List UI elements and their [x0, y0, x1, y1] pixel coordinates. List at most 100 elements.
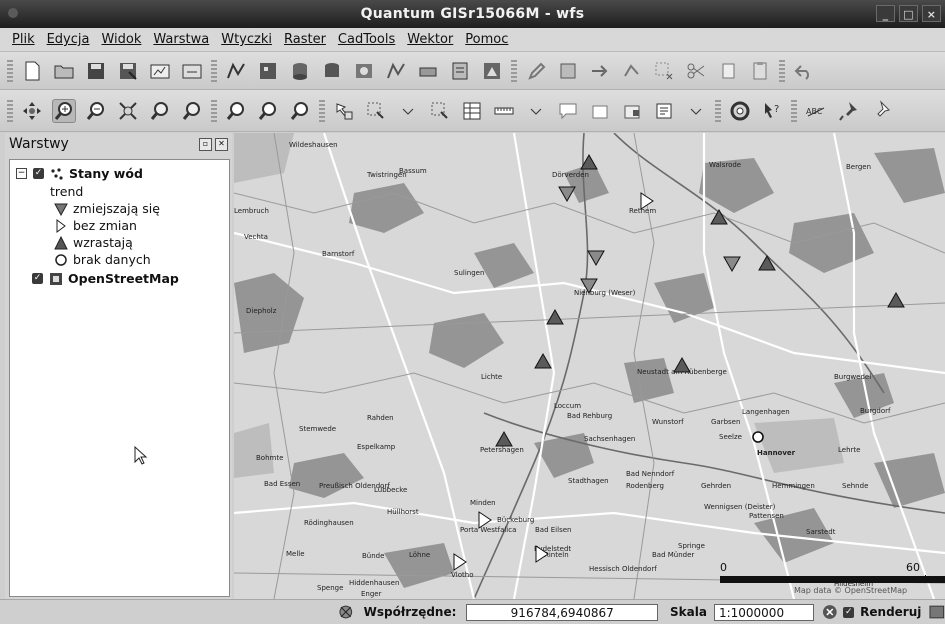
select-features-button[interactable]	[364, 99, 388, 123]
toolbar-grip[interactable]	[7, 59, 13, 82]
zoom-out-button[interactable]	[84, 99, 108, 123]
toolbar-grip[interactable]	[791, 99, 797, 122]
menu-cadtools[interactable]: CadTools	[332, 32, 401, 47]
add-oracle-layer-button[interactable]	[416, 59, 440, 83]
layer-visibility-checkbox[interactable]: ✓	[33, 168, 44, 179]
zoom-native-icon	[290, 101, 308, 120]
open-attribute-table-button[interactable]	[460, 99, 484, 123]
paste-features-button[interactable]	[748, 59, 772, 83]
open-project-button[interactable]	[52, 59, 76, 83]
zoom-last-button[interactable]	[224, 99, 248, 123]
place-label: Vechta	[244, 233, 268, 241]
coordinate-capture-icon[interactable]	[338, 604, 354, 620]
show-bookmarks-button[interactable]	[620, 99, 644, 123]
new-bookmark-button[interactable]	[588, 99, 612, 123]
copy-features-button[interactable]	[716, 59, 740, 83]
measure-dropdown-button[interactable]	[524, 99, 548, 123]
save-as-button[interactable]	[116, 59, 140, 83]
save-edits-button[interactable]	[556, 59, 580, 83]
zoom-to-selection-button[interactable]	[180, 99, 204, 123]
select-dropdown-button[interactable]	[396, 99, 420, 123]
pan-map-button[interactable]	[20, 99, 44, 123]
layer-tree: − ✓ Stany wód trend zmiejszają się bez z…	[9, 159, 230, 597]
print-composer-button[interactable]	[148, 59, 172, 83]
zoom-next-button[interactable]	[256, 99, 280, 123]
zoom-to-layer-button[interactable]	[148, 99, 172, 123]
add-spatialite-layer-button[interactable]	[320, 59, 344, 83]
add-wcs-layer-button[interactable]	[480, 59, 504, 83]
add-wfs-layer-button[interactable]	[448, 59, 472, 83]
toggle-editing-button[interactable]	[524, 59, 548, 83]
close-button[interactable]: ×	[922, 5, 941, 22]
float-panel-button[interactable]: ▫	[199, 137, 212, 151]
menu-wektor[interactable]: Wektor	[401, 32, 459, 47]
text-annotation-button[interactable]	[652, 99, 676, 123]
toolbar-grip[interactable]	[779, 59, 785, 82]
place-label: Bohmte	[256, 454, 283, 462]
menu-wtyczki[interactable]: Wtyczki	[215, 32, 278, 47]
zoom-native-button[interactable]	[288, 99, 312, 123]
undo-button[interactable]	[792, 59, 816, 83]
layer-stack-icon	[419, 67, 437, 76]
legend-label: wzrastają	[73, 235, 133, 250]
coordinates-field[interactable]: 916784,6940867	[466, 603, 659, 621]
add-postgis-layer-button[interactable]	[288, 59, 312, 83]
close-panel-button[interactable]: ✕	[215, 137, 228, 151]
place-label: Diepholz	[246, 307, 277, 315]
annotation-dropdown-button[interactable]	[684, 99, 708, 123]
toolbar-grip[interactable]	[211, 99, 217, 122]
zoom-in-button[interactable]	[52, 98, 76, 123]
window-menu-icon[interactable]	[8, 8, 18, 18]
toolbar-grip[interactable]	[715, 99, 721, 122]
scale-field[interactable]: 1:1000000	[713, 603, 814, 621]
toolbar-grip[interactable]	[319, 99, 325, 122]
legend-label: bez zmian	[73, 218, 137, 233]
pin-labels-button[interactable]	[836, 99, 860, 123]
menu-widok[interactable]: Widok	[95, 32, 147, 47]
new-vector-layer-button[interactable]	[224, 59, 248, 83]
map-navigation-toolbar: ? ABC	[0, 90, 945, 132]
toolbar-grip[interactable]	[211, 59, 217, 82]
move-feature-button[interactable]	[620, 59, 644, 83]
save-project-button[interactable]	[84, 59, 108, 83]
menu-warstwa[interactable]: Warstwa	[147, 32, 215, 47]
measure-button[interactable]	[492, 99, 516, 123]
map-tips-button[interactable]	[556, 99, 580, 123]
place-label: Rahden	[367, 414, 394, 422]
new-project-button[interactable]	[20, 59, 44, 83]
render-checkbox[interactable]: ✓	[843, 606, 855, 618]
map-canvas[interactable]: Wildeshausen Bassum Diepholz Twistringen Vec…	[234, 133, 945, 599]
toolbar-grip[interactable]	[511, 59, 517, 82]
marker-no-data[interactable]	[752, 431, 764, 443]
add-feature-button[interactable]	[588, 59, 612, 83]
menu-plik[interactable]: Plik	[6, 32, 41, 47]
delete-selected-button[interactable]	[652, 59, 676, 83]
menu-raster[interactable]: Raster	[278, 32, 332, 47]
layer-stany-wod[interactable]: − ✓ Stany wód	[16, 166, 143, 181]
layer-visibility-checkbox[interactable]: ✓	[32, 273, 43, 284]
identify-features-button[interactable]	[332, 99, 356, 123]
zoom-full-button[interactable]	[116, 99, 140, 123]
add-raster-layer-button[interactable]	[256, 59, 280, 83]
stop-render-icon[interactable]	[822, 604, 838, 620]
show-hide-labels-button[interactable]	[868, 99, 892, 123]
menu-edycja[interactable]: Edycja	[41, 32, 96, 47]
add-delimited-text-button[interactable]	[384, 59, 408, 83]
map-svg[interactable]: WildeshausenBassumDiepholzTwistringenVec…	[234, 133, 945, 599]
minimize-button[interactable]: _	[876, 5, 895, 22]
whats-this-button[interactable]: ?	[760, 99, 784, 123]
deselect-features-button[interactable]	[428, 99, 452, 123]
legend-title-text: trend	[50, 184, 84, 199]
composer-manager-button[interactable]	[180, 59, 204, 83]
add-wms-layer-button[interactable]	[352, 59, 376, 83]
cut-features-button[interactable]	[684, 59, 708, 83]
label-tool-button[interactable]: ABC	[804, 99, 828, 123]
layer-openstreetmap[interactable]: ✓ OpenStreetMap	[32, 271, 179, 286]
menu-pomoc[interactable]: Pomoc	[459, 32, 514, 47]
maximize-button[interactable]: □	[899, 5, 918, 22]
place-label: Hannover	[757, 449, 796, 457]
help-contents-button[interactable]	[728, 99, 752, 123]
messages-icon[interactable]	[929, 604, 945, 620]
toolbar-grip[interactable]	[7, 99, 13, 122]
collapse-toggle[interactable]: −	[16, 168, 27, 179]
